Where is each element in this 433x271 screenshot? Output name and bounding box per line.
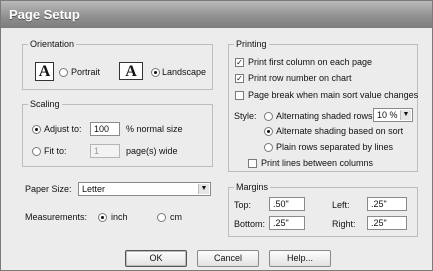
adjust-percent-input[interactable]: 100 <box>90 122 120 136</box>
inch-radio[interactable] <box>98 213 107 222</box>
fit-pages-input[interactable]: 1 <box>90 144 120 158</box>
margins-legend: Margins <box>234 182 271 192</box>
page-break-label[interactable]: Page break when main sort value changes <box>248 90 418 100</box>
plain-rows-label[interactable]: Plain rows separated by lines <box>276 142 393 152</box>
scaling-legend: Scaling <box>28 99 62 109</box>
window-title: Page Setup <box>1 1 432 28</box>
left-margin-input[interactable]: .25" <box>367 197 407 211</box>
landscape-radio[interactable] <box>151 68 160 77</box>
style-label: Style: <box>234 111 257 121</box>
cm-label[interactable]: cm <box>170 212 182 222</box>
adjust-suffix: % normal size <box>126 124 183 134</box>
bottom-margin-label: Bottom: <box>234 219 266 229</box>
shade-percent-select[interactable]: 10 % ▼ <box>373 108 413 122</box>
help-button[interactable]: Help... <box>269 250 331 267</box>
adjust-to-radio[interactable] <box>32 125 41 134</box>
first-column-checkbox[interactable]: ✓ <box>235 58 244 67</box>
printing-legend: Printing <box>234 39 269 49</box>
fit-to-radio[interactable] <box>32 147 41 156</box>
chevron-down-icon[interactable]: ▼ <box>198 184 209 194</box>
cm-radio[interactable] <box>157 213 166 222</box>
shade-percent-value: 10 % <box>377 110 398 120</box>
first-column-label[interactable]: Print first column on each page <box>248 57 372 67</box>
landscape-label[interactable]: Landscape <box>162 67 206 77</box>
paper-size-value: Letter <box>82 184 106 194</box>
paper-size-select[interactable]: Letter ▼ <box>78 182 211 196</box>
right-margin-label: Right: <box>332 219 356 229</box>
page-break-checkbox[interactable] <box>235 91 244 100</box>
chevron-down-icon[interactable]: ▼ <box>400 110 411 120</box>
top-margin-label: Top: <box>234 200 252 210</box>
print-lines-checkbox[interactable] <box>248 159 257 168</box>
page-setup-dialog: Page Setup Orientation A Portrait A Land… <box>0 0 433 271</box>
ok-button[interactable]: OK <box>125 250 187 267</box>
inch-label[interactable]: inch <box>111 212 128 222</box>
fit-suffix: page(s) wide <box>126 146 178 156</box>
row-number-label[interactable]: Print row number on chart <box>248 73 352 83</box>
row-number-checkbox[interactable]: ✓ <box>235 74 244 83</box>
portrait-label[interactable]: Portrait <box>71 67 100 77</box>
portrait-page-icon: A <box>35 62 54 81</box>
alternate-sort-label[interactable]: Alternate shading based on sort <box>276 126 403 136</box>
orientation-legend: Orientation <box>28 39 77 49</box>
left-margin-label: Left: <box>332 200 350 210</box>
paper-size-label: Paper Size: <box>25 184 72 194</box>
landscape-page-icon: A <box>119 62 143 80</box>
alternating-rows-radio[interactable] <box>264 112 273 121</box>
bottom-margin-input[interactable]: .25" <box>269 216 305 230</box>
measurements-label: Measurements: <box>25 212 88 222</box>
portrait-radio[interactable] <box>59 68 68 77</box>
alternating-rows-label[interactable]: Alternating shaded rows <box>276 111 373 121</box>
right-margin-input[interactable]: .25" <box>367 216 407 230</box>
alternate-sort-radio[interactable] <box>264 127 273 136</box>
top-margin-input[interactable]: .50" <box>269 197 305 211</box>
print-lines-label[interactable]: Print lines between columns <box>261 158 373 168</box>
fit-to-label[interactable]: Fit to: <box>44 146 67 156</box>
plain-rows-radio[interactable] <box>264 143 273 152</box>
adjust-to-label[interactable]: Adjust to: <box>44 124 82 134</box>
cancel-button[interactable]: Cancel <box>197 250 259 267</box>
